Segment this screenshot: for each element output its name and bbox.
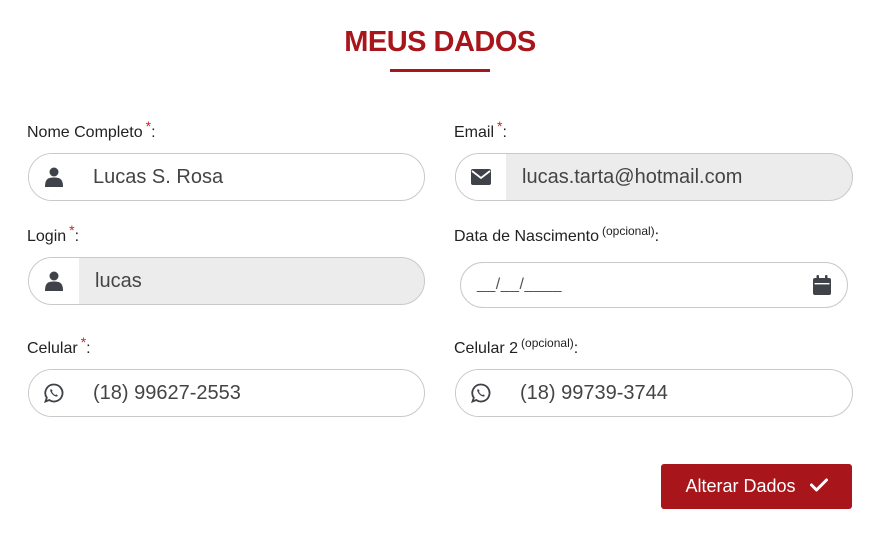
nome-label: Nome Completo *: bbox=[27, 118, 156, 142]
nome-field[interactable]: Lucas S. Rosa bbox=[28, 153, 425, 201]
checkmark-icon bbox=[809, 476, 828, 497]
user-icon bbox=[29, 154, 79, 200]
celular2-value: (18) 99739-3744 bbox=[520, 381, 668, 404]
optional-mark: (opcional) bbox=[521, 336, 574, 350]
nome-value: Lucas S. Rosa bbox=[93, 165, 224, 188]
label-colon: : bbox=[151, 124, 156, 141]
login-label-text: Login bbox=[27, 228, 67, 245]
user-icon bbox=[29, 258, 79, 304]
celular2-label-text: Celular 2 bbox=[454, 340, 519, 357]
label-colon: : bbox=[573, 340, 579, 357]
optional-mark: (opcional) bbox=[601, 224, 655, 238]
label-colon: : bbox=[502, 124, 507, 141]
required-mark: * bbox=[145, 118, 152, 134]
email-label-text: Email bbox=[454, 124, 495, 141]
nascimento-placeholder: __/__/____ bbox=[477, 276, 563, 293]
whatsapp-icon bbox=[29, 370, 79, 416]
celular-field[interactable]: (18) 99627-2553 bbox=[28, 369, 425, 417]
alterar-dados-label: Alterar Dados bbox=[685, 476, 796, 496]
required-mark: * bbox=[497, 118, 503, 134]
page-title: MEUS DADOS bbox=[344, 26, 536, 58]
login-label: Login *: bbox=[27, 222, 80, 246]
email-field[interactable]: lucas.tarta@hotmail.com bbox=[455, 153, 853, 201]
login-field[interactable]: lucas bbox=[28, 257, 425, 305]
nascimento-label-text: Data de Nascimento bbox=[454, 228, 599, 245]
required-mark: * bbox=[80, 334, 87, 350]
email-value: lucas.tarta@hotmail.com bbox=[522, 165, 743, 188]
required-mark: * bbox=[69, 222, 75, 238]
celular-value: (18) 99627-2553 bbox=[93, 381, 241, 404]
label-colon: : bbox=[654, 228, 660, 245]
celular2-field[interactable]: (18) 99739-3744 bbox=[455, 369, 853, 417]
calendar-icon[interactable] bbox=[813, 275, 831, 300]
email-label: Email *: bbox=[454, 118, 507, 142]
nome-label-text: Nome Completo bbox=[27, 124, 143, 141]
celular-label: Celular *: bbox=[27, 334, 91, 358]
whatsapp-icon bbox=[456, 370, 506, 416]
title-underline bbox=[390, 69, 490, 72]
celular2-label: Celular 2 (opcional): bbox=[454, 336, 579, 358]
nascimento-label: Data de Nascimento (opcional): bbox=[454, 224, 660, 246]
login-value: lucas bbox=[95, 269, 142, 292]
label-colon: : bbox=[74, 228, 80, 245]
alterar-dados-button[interactable]: Alterar Dados bbox=[661, 464, 852, 509]
nascimento-field[interactable]: __/__/____ bbox=[460, 262, 848, 308]
celular-label-text: Celular bbox=[27, 340, 78, 357]
label-colon: : bbox=[86, 340, 91, 357]
envelope-icon bbox=[456, 154, 506, 200]
